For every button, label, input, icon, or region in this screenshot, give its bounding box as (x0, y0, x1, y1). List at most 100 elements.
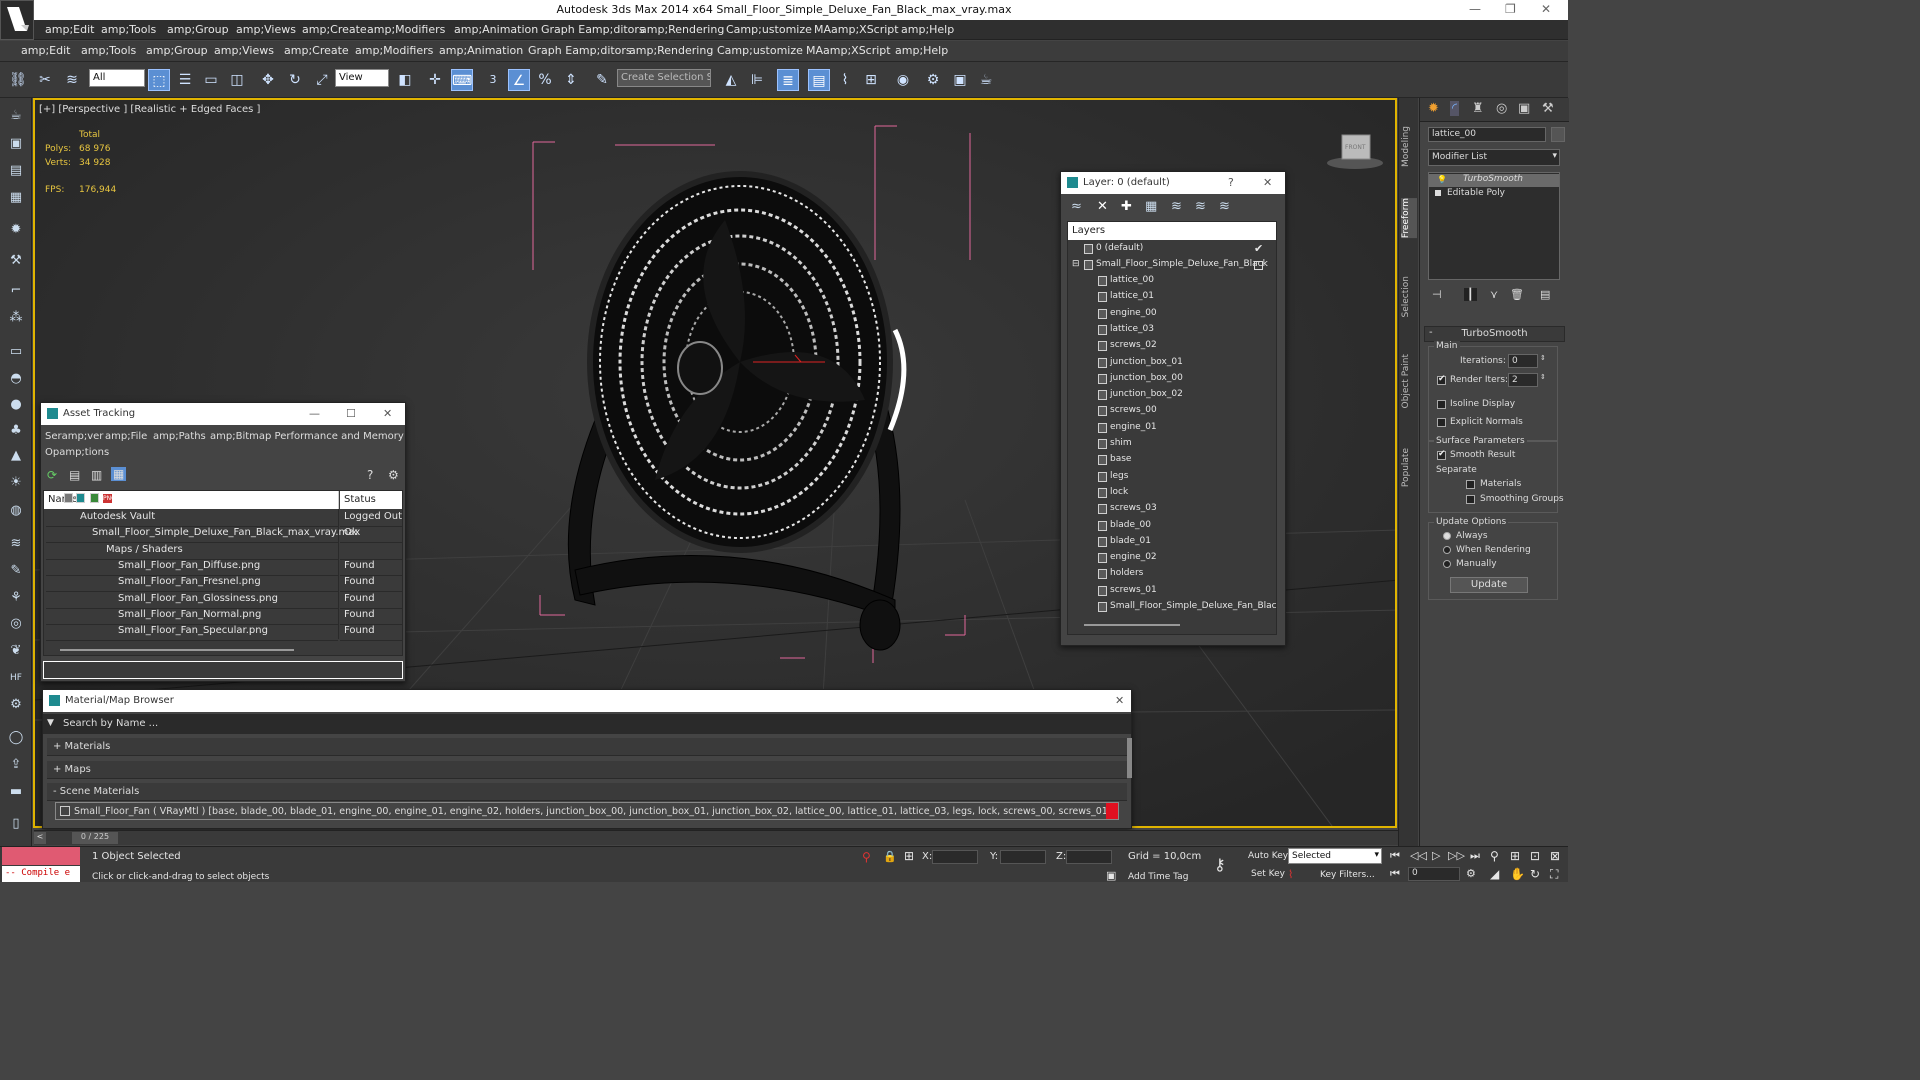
modifier-list-dropdown[interactable]: Modifier List ▾ (1428, 149, 1560, 166)
play-icon[interactable]: ▷ (1432, 849, 1440, 862)
object-name-field[interactable]: lattice_00 (1428, 127, 1546, 142)
viewport-label[interactable]: [+] [Perspective ] [Realistic + Edged Fa… (39, 104, 260, 115)
menu2-create[interactable]: amp;Create (284, 44, 349, 57)
helper-icon[interactable]: ⚒ (6, 251, 26, 271)
layer-object-row[interactable]: junction_box_01 (1068, 356, 1276, 372)
select-object-icon[interactable]: ⬚ (148, 69, 170, 91)
material-editor-icon[interactable]: ◉ (892, 69, 914, 91)
hf-icon[interactable]: HF (6, 668, 26, 688)
section-scene-materials[interactable]: - Scene Materials (47, 783, 1127, 801)
plant-icon[interactable]: ♣ (6, 421, 26, 441)
particle-icon[interactable]: ⁂ (6, 308, 26, 328)
menu-views[interactable]: amp;Views (236, 23, 296, 36)
asset-row-name[interactable]: Small_Floor_Simple_Deluxe_Fan_Black_max_… (46, 527, 360, 544)
layer-object-row[interactable]: junction_box_02 (1068, 388, 1276, 404)
rendered-frame-icon[interactable]: ▣ (949, 69, 971, 91)
plane-icon[interactable]: ▭ (6, 342, 26, 362)
list-icon[interactable]: ▤ (6, 161, 26, 181)
menu-graph-editors[interactable]: Graph Eamp;ditors (541, 23, 645, 36)
maximize-icon[interactable]: ☐ (346, 407, 356, 420)
disc-icon[interactable]: ◍ (6, 501, 26, 521)
table-view-icon[interactable]: ▦ (111, 467, 127, 481)
current-frame-field[interactable]: 0 (1408, 867, 1460, 881)
hide-all-icon[interactable]: ≋ (1195, 199, 1206, 214)
asset-row-name[interactable]: Small_Floor_Fan_Diffuse.png (46, 560, 338, 576)
layer-object-row[interactable]: screws_01 (1068, 584, 1276, 600)
make-unique-icon[interactable]: ⋎ (1490, 288, 1498, 301)
show-end-result-icon[interactable]: ┃ (1464, 288, 1477, 301)
layer-object-row[interactable]: screws_03 (1068, 502, 1276, 518)
menu2-maxscript[interactable]: MAamp;XScript (806, 44, 891, 57)
render-production-icon[interactable]: ☕ (975, 69, 997, 91)
edit-named-selection-icon[interactable]: ✎ (591, 69, 613, 91)
menu-animation[interactable]: amp;Animation (454, 23, 538, 36)
menu-maxscript[interactable]: MAamp;XScript (814, 23, 899, 36)
update-always-radio[interactable] (1443, 532, 1451, 540)
layer-dialog-titlebar[interactable]: Layer: 0 (default) ? ✕ (1061, 172, 1285, 194)
asset-tracking-titlebar[interactable]: Asset Tracking — ☐ ✕ (41, 403, 405, 425)
z-coordinate-field[interactable] (1066, 850, 1112, 864)
y-coordinate-field[interactable] (1000, 850, 1046, 864)
spinner-arrows-icon[interactable]: ⇕ (1540, 373, 1546, 381)
menu2-tools[interactable]: amp;Tools (81, 44, 136, 57)
go-to-end-icon[interactable]: ⏭ (1470, 849, 1480, 863)
minimize-icon[interactable]: — (309, 407, 320, 420)
hierarchy-tab-icon[interactable]: ♜ (1472, 101, 1484, 116)
zoom-icon[interactable]: ⚲ (1490, 849, 1499, 863)
time-slider[interactable]: < 0 / 225 (34, 830, 1398, 845)
layer-object-row[interactable]: legs (1068, 470, 1276, 486)
export-icon[interactable]: ⇪ (6, 755, 26, 775)
scale-icon[interactable]: ⤢ (311, 69, 333, 91)
zoom-extents-all-icon[interactable]: ⊠ (1550, 849, 1560, 863)
asset-row-name[interactable]: Small_Floor_Fan_Glossiness.png (46, 593, 338, 609)
new-layer-icon[interactable]: ≈ (1071, 199, 1082, 214)
absolute-mode-icon[interactable]: ⊞ (904, 849, 914, 863)
menu-create[interactable]: amp;Create (302, 23, 367, 36)
hair-icon[interactable]: ≋ (6, 534, 26, 554)
rotate-icon[interactable]: ↻ (284, 69, 306, 91)
tab-object-paint[interactable]: Object Paint (1401, 354, 1417, 408)
keyboard-shortcut-icon[interactable]: ⌨ (451, 69, 473, 91)
tree-view-icon[interactable]: ▥ (91, 468, 102, 482)
document-icon[interactable]: ▯ (6, 814, 26, 834)
isoline-display-checkbox[interactable] (1437, 400, 1446, 409)
layer-object-row[interactable]: shim (1068, 437, 1276, 453)
pivot-center-icon[interactable]: ◧ (394, 69, 416, 91)
layer-object-row[interactable]: blade_01 (1068, 535, 1276, 551)
camera-icon[interactable]: ⌐ (6, 281, 26, 301)
schematic-view-icon[interactable]: ⊞ (860, 69, 882, 91)
render-iters-checkbox[interactable] (1437, 374, 1446, 385)
refresh-icon[interactable]: ⟳ (47, 468, 57, 482)
asset-path-field[interactable] (43, 661, 403, 679)
close-button[interactable]: ✕ (1541, 2, 1551, 16)
menu2-edit[interactable]: amp;Edit (21, 44, 70, 57)
asset-menu-paths[interactable]: amp;Paths (153, 431, 206, 442)
rect-selection-icon[interactable]: ▭ (200, 69, 222, 91)
menu2-modifiers[interactable]: amp;Modifiers (355, 44, 433, 57)
tab-freeform[interactable]: Freeform (1401, 198, 1417, 239)
named-selection-set-dropdown[interactable]: Create Selection Se (617, 69, 711, 87)
bone-icon[interactable]: ⚘ (6, 588, 26, 608)
render-iters-spinner[interactable]: 2 (1508, 373, 1538, 387)
previous-frame-icon[interactable]: ◁◁ (1410, 849, 1427, 862)
orbit-icon[interactable]: ↻ (1530, 867, 1540, 881)
restore-button[interactable]: ❐ (1505, 2, 1516, 16)
layer-row-default[interactable]: 0 (default) ✔ (1068, 242, 1276, 258)
material-browser-titlebar[interactable]: Material/Map Browser ✕ (43, 690, 1131, 712)
add-time-tag-button[interactable]: Add Time Tag (1128, 872, 1188, 882)
stack-item-editable-poly[interactable]: Editable Poly (1429, 188, 1559, 201)
link-icon[interactable]: ⛓ (7, 69, 29, 91)
field-of-view-icon[interactable]: ◢ (1490, 867, 1499, 881)
layer-object-row[interactable]: lock (1068, 486, 1276, 502)
scene-material-entry[interactable]: Small_Floor_Fan ( VRayMtl ) [base, blade… (55, 802, 1119, 820)
update-when-rendering-radio[interactable] (1443, 546, 1451, 554)
current-layer-check-icon[interactable]: ✔ (1254, 242, 1263, 255)
asset-row-name[interactable]: Small_Floor_Fan_Specular.png (46, 625, 338, 642)
list-view-icon[interactable]: ▤ (69, 468, 80, 482)
layer-object-row[interactable]: screws_02 (1068, 339, 1276, 355)
layer-object-row[interactable]: lattice_00 (1068, 274, 1276, 290)
key-curve-icon[interactable]: ⌇ (1288, 868, 1293, 881)
layer-row-fan[interactable]: ⊟ Small_Floor_Simple_Deluxe_Fan_Black (1068, 258, 1276, 274)
display-tab-icon[interactable]: ▣ (1518, 101, 1530, 116)
layer-object-row[interactable]: screws_00 (1068, 404, 1276, 420)
